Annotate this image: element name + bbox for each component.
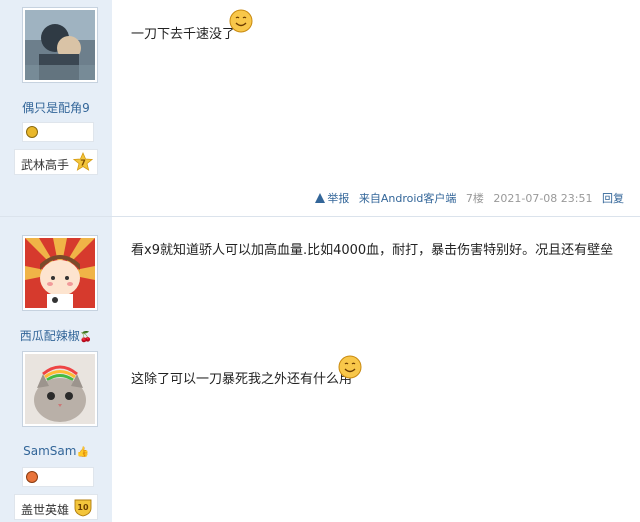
smiley-icon	[229, 9, 253, 33]
post-time: 2021-07-08 23:51	[493, 192, 593, 205]
post-content: 这除了可以一刀暴死我之外还有什么用	[131, 372, 353, 387]
floor-number: 7楼	[465, 192, 484, 205]
author-name-text[interactable]: SamSam	[23, 444, 76, 458]
author-name[interactable]: 西瓜配辣椒🍒	[0, 327, 112, 344]
post-meta: 举报 来自Android客户端 7楼 2021-07-08 23:51 回复	[315, 190, 624, 206]
post-divider	[0, 216, 640, 217]
author-avatar[interactable]	[22, 235, 98, 311]
medal-box	[22, 122, 94, 142]
medal-icon	[26, 126, 38, 138]
medal-icon	[26, 471, 38, 483]
smiley-icon	[338, 355, 362, 379]
rank-title: 盖世英雄	[21, 503, 70, 517]
author-name[interactable]: 偶只是配角9	[0, 99, 112, 116]
level-number: 10	[77, 503, 89, 512]
post-content: 看x9就知道骄人可以加高血量.比如4000血，耐打，暴击伤害特别好。况且还有壁垒	[131, 243, 614, 258]
client-link[interactable]: 来自Android客户端	[359, 192, 457, 205]
rank-box: 武林高手 7	[14, 149, 98, 175]
author-name-text[interactable]: 西瓜配辣椒	[20, 329, 80, 343]
author-avatar[interactable]	[22, 351, 98, 427]
report-icon	[315, 193, 326, 203]
rank-box: 盖世英雄 10	[14, 494, 98, 520]
reply-link[interactable]: 回复	[602, 192, 624, 205]
level-number: 7	[80, 159, 86, 168]
cherry-icon: 🍒	[79, 332, 93, 343]
post-content: 一刀下去千速没了	[131, 27, 236, 42]
thumb-icon: 👍	[76, 447, 89, 458]
author-avatar[interactable]	[22, 7, 98, 83]
level-badge-icon: 10	[74, 499, 92, 517]
report-link[interactable]: 举报	[327, 192, 349, 205]
level-star-icon: 7	[73, 152, 93, 171]
author-name[interactable]: SamSam👍	[0, 444, 112, 458]
rank-title: 武林高手	[21, 158, 70, 172]
medal-box	[22, 467, 94, 487]
